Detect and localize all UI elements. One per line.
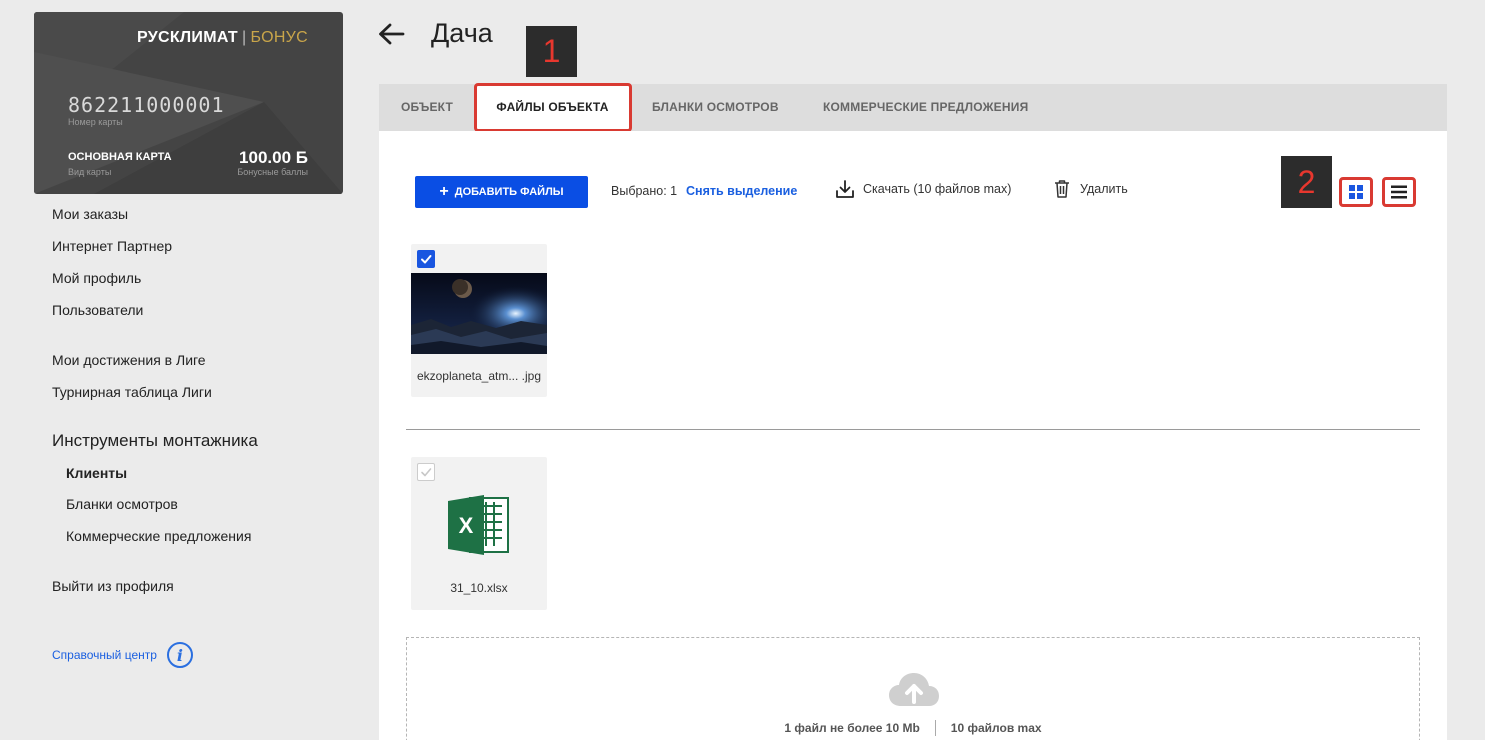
card-type: ОСНОВНАЯ КАРТА <box>68 151 172 163</box>
download-icon <box>836 180 854 198</box>
sidebar-item-logout[interactable]: Выйти из профиля <box>52 578 174 594</box>
arrow-left-icon <box>379 23 405 45</box>
deselect-link[interactable]: Снять выделение <box>686 184 797 198</box>
check-icon <box>421 468 432 477</box>
delete-label: Удалить <box>1080 182 1128 196</box>
excel-icon-letter: X <box>459 513 474 538</box>
sidebar-item-league-table[interactable]: Турнирная таблица Лиги <box>52 384 212 400</box>
card-points: 100.00 Б <box>239 148 308 167</box>
file-name: ekzoplaneta_atm... .jpg <box>416 369 542 383</box>
card-type-label: Вид карты <box>68 167 112 177</box>
help-center-link[interactable]: Справочный центр i <box>52 642 193 668</box>
sidebar-item-profile[interactable]: Мой профиль <box>52 270 141 286</box>
plus-icon: + <box>439 183 449 200</box>
grid-view-button[interactable] <box>1339 177 1373 207</box>
selected-count: Выбрано: 1 <box>611 184 678 198</box>
cloud-upload-icon <box>889 673 939 706</box>
sidebar-item-achievements[interactable]: Мои достижения в Лиге <box>52 352 206 368</box>
tab-inspection-forms[interactable]: БЛАНКИ ОСМОТРОВ <box>652 84 779 131</box>
file-tile[interactable]: ekzoplaneta_atm... .jpg <box>411 244 547 397</box>
tab-commercial-offers[interactable]: КОММЕРЧЕСКИЕ ПРЕДЛОЖЕНИЯ <box>823 84 1028 131</box>
limit-count: 10 файлов max <box>950 721 1042 735</box>
sidebar-item-orders[interactable]: Мои заказы <box>52 206 128 222</box>
list-view-button[interactable] <box>1382 177 1416 207</box>
annotation-marker-2: 2 <box>1281 156 1332 208</box>
card-points-label: Бонусные баллы <box>237 167 308 177</box>
card-number-label: Номер карты <box>68 117 123 127</box>
limit-separator <box>934 720 936 736</box>
annotation-marker-1: 1 <box>526 26 577 77</box>
grid-icon <box>1349 185 1363 199</box>
list-icon <box>1391 185 1407 199</box>
check-icon <box>421 255 432 264</box>
info-icon: i <box>166 642 193 668</box>
upload-limits: 1 файл не более 10 Mb 10 файлов max <box>407 720 1419 736</box>
card-brand: РУСКЛИМАТ | БОНУС <box>136 29 308 46</box>
sidebar-item-internet-partner[interactable]: Интернет Партнер <box>52 238 172 254</box>
help-center-label: Справочный центр <box>52 648 157 662</box>
card-number: 862211000001 <box>68 93 225 117</box>
excel-file-icon: X <box>448 495 509 555</box>
file-tile[interactable]: X 31_10.xlsx <box>411 457 547 610</box>
download-label: Скачать (10 файлов max) <box>863 182 1012 196</box>
add-files-button[interactable]: + ДОБАВИТЬ ФАЙЛЫ <box>415 176 588 208</box>
loyalty-card: РУСКЛИМАТ | БОНУС 862211000001 Номер карты… <box>34 12 343 194</box>
add-files-label: ДОБАВИТЬ ФАЙЛЫ <box>454 186 564 198</box>
sidebar-section-installer-tools[interactable]: Инструменты монтажника <box>52 431 258 451</box>
sidebar-item-clients[interactable]: Клиенты <box>66 465 127 481</box>
file-checkbox[interactable] <box>417 463 435 481</box>
delete-button[interactable]: Удалить <box>1054 179 1128 199</box>
file-name: 31_10.xlsx <box>450 581 508 595</box>
tab-object-files[interactable]: ФАЙЛЫ ОБЪЕКТА <box>475 84 630 131</box>
section-divider <box>406 429 1420 430</box>
sidebar-item-commercial-offers[interactable]: Коммерческие предложения <box>66 528 251 544</box>
page-title: Дача <box>431 18 493 48</box>
limit-size: 1 файл не более 10 Mb <box>784 721 920 735</box>
tab-bar: ОБЪЕКТ ФАЙЛЫ ОБЪЕКТА БЛАНКИ ОСМОТРОВ КОМ… <box>379 84 1447 131</box>
trash-icon <box>1055 180 1069 198</box>
file-dropzone[interactable]: 1 файл не более 10 Mb 10 файлов max <box>406 637 1420 740</box>
tab-object[interactable]: ОБЪЕКТ <box>379 84 475 131</box>
download-button[interactable]: Скачать (10 файлов max) <box>835 179 1011 199</box>
sidebar-item-users[interactable]: Пользователи <box>52 302 143 318</box>
file-checkbox[interactable] <box>417 250 435 268</box>
back-button[interactable] <box>377 22 405 51</box>
image-thumbnail <box>411 273 547 354</box>
sidebar-item-inspection-forms[interactable]: Бланки осмотров <box>66 496 178 512</box>
